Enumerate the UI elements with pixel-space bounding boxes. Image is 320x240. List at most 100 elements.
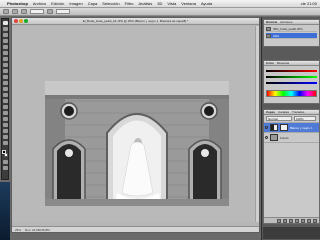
color-sliders <box>264 66 319 88</box>
option-field[interactable] <box>30 9 44 14</box>
shape-tool-icon[interactable] <box>2 123 8 127</box>
red-track[interactable] <box>266 70 317 72</box>
new-group-icon[interactable] <box>301 218 305 223</box>
option-field[interactable] <box>56 9 70 14</box>
clock[interactable]: vie 21:00 <box>301 1 317 6</box>
option-button[interactable] <box>47 9 53 14</box>
layers-panel-footer <box>264 217 319 223</box>
lasso-tool-icon[interactable] <box>2 33 8 37</box>
quick-select-tool-icon[interactable] <box>2 39 8 43</box>
document-info[interactable]: Doc: 22,9M/45,8M <box>25 228 50 232</box>
move-tool-icon[interactable] <box>2 21 8 25</box>
menu-edicion[interactable]: Edición <box>51 1 64 6</box>
canvas-area[interactable] <box>12 26 259 222</box>
path-select-tool-icon[interactable] <box>2 117 8 121</box>
menu-bar: Photoshop Archivo Edición Imagen Capa Se… <box>0 0 320 8</box>
gradient-tool-icon[interactable] <box>2 87 8 91</box>
zoom-tool-icon[interactable] <box>2 141 8 145</box>
option-button[interactable] <box>21 9 27 14</box>
blend-mode-select[interactable]: Normal <box>266 116 292 121</box>
color-panel: Color Muestras <box>263 60 320 104</box>
layers-controls: Normal 100% <box>264 115 319 123</box>
history-brush-tool-icon[interactable] <box>2 75 8 79</box>
tab-history[interactable]: Historia <box>266 20 277 24</box>
trash-icon[interactable] <box>313 218 317 223</box>
history-snapshot[interactable]: IMG_boda_peddi.JPG <box>266 26 317 32</box>
color-spectrum[interactable] <box>266 90 317 97</box>
adjustment-layer-thumbnail <box>270 124 278 131</box>
pen-tool-icon[interactable] <box>2 105 8 109</box>
tab-paths[interactable]: Trazados <box>292 110 304 114</box>
type-tool-icon[interactable] <box>2 111 8 115</box>
quick-mask-icon[interactable] <box>2 160 8 164</box>
panels-dock: Historia Acciones IMG_boda_peddi.JPG Abr… <box>261 17 320 240</box>
tab-swatches[interactable]: Muestras <box>277 61 289 65</box>
history-item-label: IMG_boda_peddi.JPG <box>273 26 303 31</box>
layer-row[interactable]: Fondo <box>264 133 319 143</box>
visibility-eye-icon[interactable] <box>265 136 268 139</box>
zoom-button[interactable] <box>24 19 28 23</box>
green-track[interactable] <box>266 76 317 78</box>
screen-mode-icon[interactable] <box>2 166 8 170</box>
layer-style-icon[interactable] <box>283 218 287 223</box>
foreground-color-swatch[interactable] <box>2 150 6 154</box>
3d-tool-icon[interactable] <box>2 129 8 133</box>
visibility-eye-icon[interactable] <box>265 126 268 129</box>
menu-photoshop[interactable]: Photoshop <box>7 1 28 6</box>
marquee-tool-icon[interactable] <box>2 27 8 31</box>
option-button[interactable] <box>12 9 18 14</box>
tab-actions[interactable]: Acciones <box>280 20 292 24</box>
document-statusbar: 25% Doc: 22,9M/45,8M <box>12 226 259 232</box>
blue-track[interactable] <box>266 82 317 84</box>
document-title: El_Boda_boda_peddi_04.JPG @ 25% (Blanco … <box>82 19 189 23</box>
document-window: El_Boda_boda_peddi_04.JPG @ 25% (Blanco … <box>11 17 260 233</box>
crop-tool-icon[interactable] <box>2 45 8 49</box>
tool-preset-button[interactable] <box>3 9 9 14</box>
blur-tool-icon[interactable] <box>2 93 8 97</box>
menu-archivo[interactable]: Archivo <box>33 1 46 6</box>
link-layers-icon[interactable] <box>277 218 281 223</box>
snapshot-thumbnail <box>266 26 271 31</box>
menu-imagen[interactable]: Imagen <box>69 1 82 6</box>
vertical-scrollbar[interactable] <box>255 26 259 222</box>
eyedropper-tool-icon[interactable] <box>2 51 8 55</box>
tab-channels[interactable]: Canales <box>278 110 289 114</box>
hand-tool-icon[interactable] <box>2 135 8 139</box>
tab-layers[interactable]: Capas <box>266 110 275 114</box>
history-panel-header: Historia Acciones <box>264 20 319 25</box>
brush-tool-icon[interactable] <box>2 63 8 67</box>
menu-vista[interactable]: Vista <box>167 1 176 6</box>
zoom-level[interactable]: 25% <box>15 228 21 232</box>
history-item-label: Abrir <box>273 33 280 38</box>
photo-artwork <box>45 81 229 206</box>
clone-stamp-tool-icon[interactable] <box>2 69 8 73</box>
tab-color[interactable]: Color <box>266 61 274 65</box>
opacity-field[interactable]: 100% <box>294 116 316 121</box>
new-layer-icon[interactable] <box>307 218 311 223</box>
add-mask-icon[interactable] <box>289 218 293 223</box>
menu-seleccion[interactable]: Selección <box>102 1 119 6</box>
menu-3d[interactable]: 3D <box>157 1 162 6</box>
layer-thumbnail <box>270 134 278 141</box>
menu-analisis[interactable]: Análisis <box>139 1 153 6</box>
new-adjustment-icon[interactable] <box>295 218 299 223</box>
close-button[interactable] <box>14 19 18 23</box>
layer-mask-thumbnail[interactable] <box>280 124 288 131</box>
eraser-tool-icon[interactable] <box>2 81 8 85</box>
menu-capa[interactable]: Capa <box>88 1 98 6</box>
dodge-tool-icon[interactable] <box>2 99 8 103</box>
color-swatches[interactable] <box>2 150 8 158</box>
wedding-photo[interactable] <box>45 81 229 206</box>
menu-filtro[interactable]: Filtro <box>125 1 134 6</box>
menu-ventana[interactable]: Ventana <box>181 1 196 6</box>
layer-name: Blanco y negro 1 <box>290 125 313 130</box>
healing-tool-icon[interactable] <box>2 57 8 61</box>
menu-ayuda[interactable]: Ayuda <box>201 1 212 6</box>
layer-row[interactable]: Blanco y negro 1 <box>264 123 319 133</box>
minimize-button[interactable] <box>19 19 23 23</box>
history-step[interactable]: Abrir <box>266 33 317 39</box>
tools-panel <box>1 18 9 180</box>
blue-slider[interactable] <box>266 80 317 86</box>
document-titlebar[interactable]: El_Boda_boda_peddi_04.JPG @ 25% (Blanco … <box>12 18 259 25</box>
options-bar <box>0 8 320 16</box>
